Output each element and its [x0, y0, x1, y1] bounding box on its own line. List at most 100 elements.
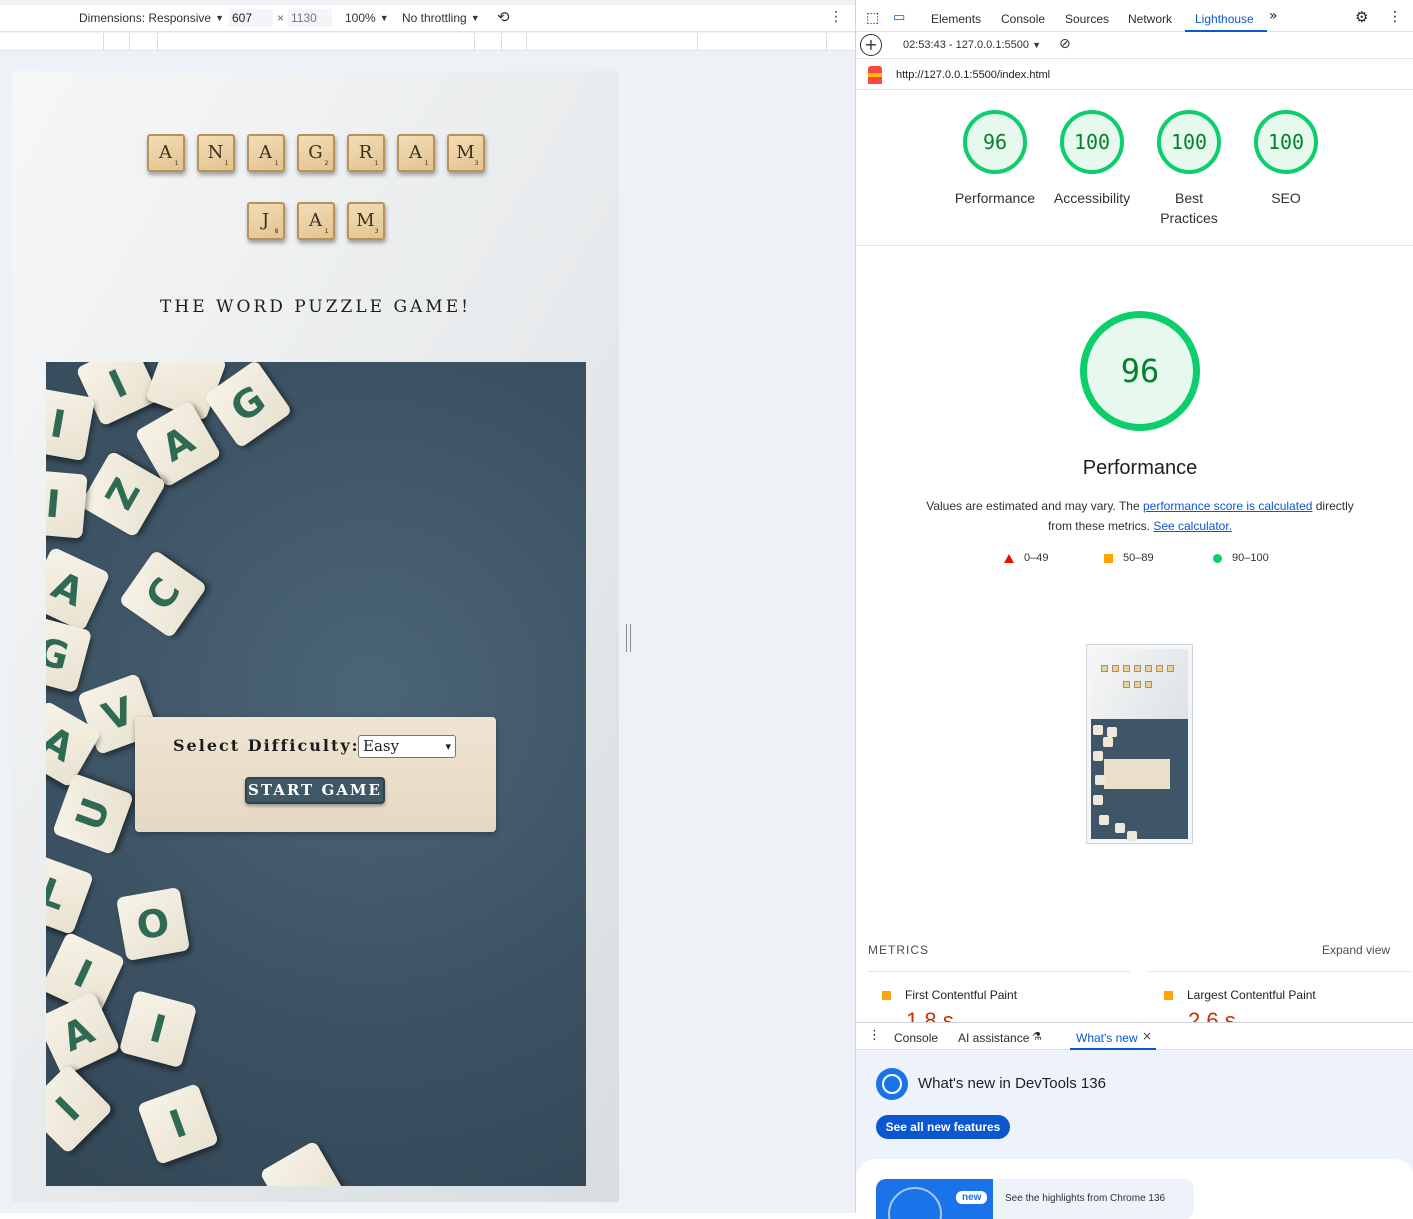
tile-letter: N [207, 142, 224, 163]
divider [856, 245, 1413, 246]
report-selector[interactable]: 02:53:43 - 127.0.0.1:5500 ▼ [903, 39, 1041, 51]
tile-letter: A [309, 210, 322, 231]
title-letter-tile: A1 [246, 134, 285, 172]
thumbnail-mini-tile [1093, 725, 1103, 735]
devtools-panel: ⬚ ▭ Elements Console Sources Network Lig… [855, 0, 1413, 1219]
more-options-icon[interactable]: ⋮ [1408, 66, 1413, 81]
tile-score: 1 [374, 160, 379, 167]
legend-pass: 90–100 [1213, 552, 1269, 564]
tab-lighthouse[interactable]: Lighthouse [1195, 12, 1254, 26]
thumbnail-mini-tile [1093, 751, 1103, 761]
title-letter-tile: R1 [346, 134, 385, 172]
emulated-page: A1N1A1G2R1A1M3 J8A1M3 THE WORD PUZZLE GA… [12, 71, 619, 1202]
thumbnail-mini-tile [1099, 815, 1109, 825]
metric-lcp: Largest Contentful Paint [1164, 988, 1316, 1002]
drawer-menu-icon[interactable]: ⋮ [868, 1028, 881, 1043]
thumbnail-mini-tile [1156, 665, 1163, 672]
see-all-features-button[interactable]: See all new features [876, 1115, 1010, 1139]
expand-view-toggle[interactable]: Expand view [1322, 943, 1390, 957]
lighthouse-logo-icon [868, 66, 882, 84]
tile-score: 1 [174, 160, 179, 167]
thumbnail-panel [1104, 759, 1170, 789]
dimensions-dropdown[interactable]: Dimensions: Responsive ▼ [79, 11, 224, 25]
media-query-ruler[interactable] [0, 33, 855, 51]
chevron-down-icon: ▼ [470, 13, 480, 23]
report-url: http://127.0.0.1:5500/index.html [896, 69, 1051, 81]
zoom-dropdown[interactable]: 100% ▼ [345, 11, 389, 25]
decor-tile: I [118, 989, 198, 1069]
report-time: 02:53:43 - 127.0.0.1:5500 [903, 39, 1029, 51]
score-gauge-performance[interactable]: 96 Performance [950, 110, 1040, 208]
thumbnail-mini-tile [1145, 665, 1152, 672]
ruler-segment[interactable] [157, 33, 158, 51]
thumbnail-mini-tile [1123, 665, 1130, 672]
tile-letter: M [456, 142, 475, 163]
see-calculator-link[interactable]: See calculator. [1153, 519, 1232, 533]
drawer-tab-console[interactable]: Console [894, 1031, 938, 1045]
device-toggle-icon[interactable]: ▭ [893, 10, 905, 25]
height-input[interactable] [288, 9, 332, 27]
highlights-card-container: new See the highlights from Chrome 136 [856, 1159, 1413, 1219]
ruler-segment[interactable] [474, 33, 475, 51]
difficulty-selected-value: Easy [363, 737, 400, 755]
new-badge: new [956, 1191, 988, 1204]
game-subtitle: THE WORD PUZZLE GAME! [160, 297, 471, 317]
ruler-segment[interactable] [697, 33, 698, 51]
tab-console[interactable]: Console [1001, 12, 1045, 26]
close-icon[interactable]: × [1142, 1029, 1152, 1043]
score-gauge-seo[interactable]: 100 SEO [1241, 110, 1331, 208]
more-options-icon[interactable]: ⋮ [1388, 9, 1402, 25]
tab-network[interactable]: Network [1128, 12, 1172, 26]
square-icon [1104, 553, 1113, 563]
legend-average: 50–89 [1104, 552, 1154, 564]
ruler-segment[interactable] [826, 33, 827, 51]
more-options-icon[interactable]: ⋮ [829, 9, 843, 25]
drawer-tab-whats-new[interactable]: What's new [1076, 1031, 1138, 1045]
clear-reports-icon[interactable]: ⊘ [1059, 36, 1071, 52]
tab-sources[interactable]: Sources [1065, 12, 1109, 26]
final-screenshot-thumbnail[interactable] [1086, 644, 1193, 844]
ruler-segment[interactable] [501, 33, 502, 51]
new-report-plus-icon[interactable]: + [860, 34, 882, 56]
report-url-bar: http://127.0.0.1:5500/index.html ⋮ [856, 60, 1413, 90]
difficulty-select[interactable]: Easy ▾ [358, 735, 456, 758]
thumbnail-mini-tile [1123, 681, 1130, 688]
score-gauge-accessibility[interactable]: 100 Accessibility [1047, 110, 1137, 208]
whats-new-title: What's new in DevTools 136 [918, 1075, 1106, 1092]
tile-letter: A [259, 142, 272, 163]
decor-tile: U [51, 772, 135, 856]
metric-fcp: First Contentful Paint [882, 988, 1017, 1002]
start-game-button[interactable]: START GAME [245, 777, 385, 804]
tile-score: 1 [224, 160, 229, 167]
score-gauge-best-practices[interactable]: 100 Best Practices [1144, 110, 1234, 228]
viewport-resize-handle[interactable] [626, 624, 632, 652]
decor-tile: A [46, 546, 111, 632]
divider [868, 971, 1130, 972]
decor-tile: I [46, 1063, 114, 1155]
score-label: Accessibility [1053, 190, 1131, 206]
settings-gear-icon[interactable]: ⚙ [1355, 8, 1368, 26]
width-input[interactable] [229, 9, 273, 27]
tab-elements[interactable]: Elements [931, 12, 981, 26]
ruler-segment[interactable] [129, 33, 130, 51]
thumbnail-mini-tile [1093, 795, 1103, 805]
highlights-card[interactable]: new See the highlights from Chrome 136 [876, 1179, 1194, 1219]
ruler-segment[interactable] [526, 33, 527, 51]
tile-score: 3 [474, 160, 479, 167]
score-description: Values are estimated and may vary. The p… [916, 496, 1364, 536]
metric-fcp-value: 1.8 s [906, 1010, 954, 1022]
device-toolbar: Dimensions: Responsive ▼ × 100% ▼ No thr… [0, 5, 855, 32]
inspect-element-icon[interactable]: ⬚ [866, 10, 879, 26]
ruler-segment[interactable] [103, 33, 104, 51]
chevron-down-icon: ▼ [379, 13, 389, 23]
tile-score: 2 [324, 160, 329, 167]
flask-icon: ⚗ [1032, 1030, 1042, 1043]
score-calculated-link[interactable]: performance score is calculated [1143, 499, 1312, 513]
thumbnail-mini-tile [1134, 681, 1141, 688]
main-score-gauge: 96 [1080, 311, 1200, 431]
rotate-icon[interactable]: ⟲ [497, 8, 510, 26]
thumbnail-mini-tile [1127, 831, 1137, 841]
drawer-tab-ai-assistance[interactable]: AI assistance [958, 1031, 1029, 1045]
more-tabs-icon[interactable]: » [1269, 8, 1278, 24]
throttling-dropdown[interactable]: No throttling ▼ [402, 11, 480, 25]
